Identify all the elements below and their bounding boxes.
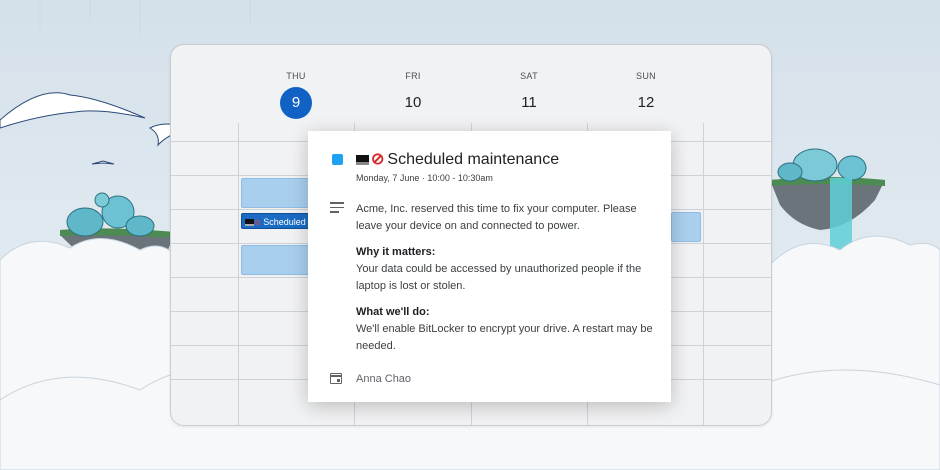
day-header-sun[interactable]: SUN 12 [616,71,676,119]
day-number: 10 [404,94,422,111]
calendar-icon [330,373,342,384]
day-number: 12 [637,94,655,111]
prohibited-icon: ⊘ [254,218,261,227]
event-details-popup: ⊘ Scheduled maintenance Monday, 7 June · … [308,131,671,402]
laptop-icon [356,155,369,165]
event-description: Acme, Inc. reserved this time to fix you… [356,201,656,355]
day-header-thu[interactable]: THU 9 [266,71,326,119]
description-text: Acme, Inc. reserved this time to fix you… [356,203,637,232]
selected-event[interactable]: ⊘ Scheduled [241,213,309,229]
day-header-sat[interactable]: SAT 11 [499,71,559,119]
day-number: 11 [521,94,537,111]
what-heading: What we'll do: [356,306,430,318]
event-datetime: Monday, 7 June · 10:00 - 10:30am [356,173,493,183]
event-color-swatch [332,154,343,165]
day-number-today: 9 [280,87,312,119]
day-of-week: SUN [636,71,656,81]
why-heading: Why it matters: [356,246,436,258]
grid-line [703,123,704,425]
birds [0,92,192,165]
day-header-fri[interactable]: FRI 10 [383,71,443,119]
day-of-week: SAT [520,71,538,81]
description-icon [330,202,344,216]
event-title-text: Scheduled maintenance [387,151,560,168]
right-island [770,148,885,250]
day-of-week: THU [286,71,306,81]
grid-line [238,123,239,425]
laptop-icon [245,219,254,226]
why-text: Your data could be accessed by unauthori… [356,263,642,292]
organizer-name: Anna Chao [356,373,412,385]
day-of-week: FRI [405,71,421,81]
selected-event-label: Scheduled [263,217,306,227]
prohibited-icon: ⊘ [371,151,385,168]
what-text: We'll enable BitLocker to encrypt your d… [356,323,653,352]
event-title: ⊘ Scheduled maintenance [356,149,559,169]
calendar-event[interactable] [671,212,701,242]
